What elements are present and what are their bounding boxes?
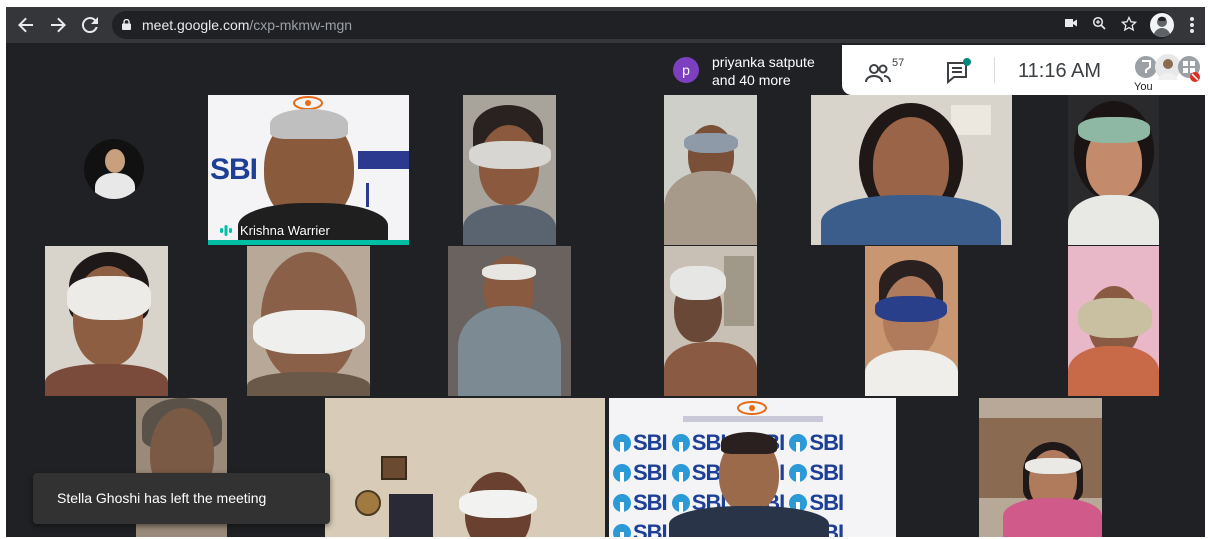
participant-body [45,364,168,396]
profile-avatar[interactable] [1150,13,1174,37]
participant-tile[interactable] [42,95,205,245]
toast-message: Stella Ghoshi has left the meeting [57,490,267,506]
meeting-top-bar: 57 11:16 AM You [842,45,1205,95]
speaker-name: Krishna Warrier [240,222,330,238]
blindfold [469,141,551,169]
participant-tile[interactable] [1068,95,1159,245]
meeting-stage: SBI Krishna Warrier SBI SBI SBI SBI SBI … [6,43,1205,537]
background-window [951,105,991,135]
url-host: meet.google.com [142,17,250,33]
camera-icon[interactable] [1062,16,1080,34]
reload-icon [81,17,98,34]
presenter-avatar: p [673,57,699,83]
speaker-hair [270,109,348,139]
participant-tile[interactable] [664,246,757,396]
participant-body [458,306,561,396]
forward-button[interactable] [46,13,70,37]
presenter-name: priyanka satpute [712,54,815,70]
back-button[interactable] [14,13,38,37]
blindfold [1078,117,1150,143]
chat-button[interactable] [944,57,974,85]
participant-body [865,350,958,396]
browser-toolbar: meet.google.com/cxp-mkmw-mgn [6,7,1205,43]
speaker-name-tag: Krishna Warrier [218,221,330,239]
reload-button[interactable] [78,13,102,37]
participant-body [821,195,1001,245]
blindfold [253,310,365,354]
participant-hair [721,432,777,454]
presenter-chip[interactable]: p priyanka satpute and 40 more [662,45,842,95]
participant-tile[interactable] [811,95,1012,245]
blindfold [459,490,537,518]
blindfold [67,276,151,320]
people-button[interactable]: 57 [864,57,914,85]
blindfold [1025,458,1081,474]
participant-body [669,506,829,537]
participant-tile[interactable] [865,246,958,396]
blindfold [1078,298,1152,338]
divider [994,57,995,83]
participant-tile[interactable] [1068,246,1159,396]
self-label: You [1134,81,1153,93]
background-door [724,256,754,326]
participant-body [463,205,556,245]
participant-body [664,171,757,245]
sbi-banner-tile[interactable]: SBI SBI SBI SBI SBI SBI SBI SBI SBI SBI … [609,398,896,537]
speaker-tile[interactable]: SBI Krishna Warrier [208,95,409,245]
wall-poster [389,494,433,537]
sbi-logo-left: SBI [210,153,258,186]
participant-tile[interactable] [45,246,168,396]
meeting-clock: 11:16 AM [1018,60,1102,82]
people-icon [865,64,891,83]
blindfold [670,266,726,300]
participant-tile[interactable] [325,398,605,537]
participant-body [1068,195,1159,245]
self-view-controls [1135,54,1200,82]
participant-tile[interactable] [979,398,1102,537]
blindfold [482,264,536,280]
blindfold [875,296,947,322]
eye-logo [727,400,777,416]
bookmark-star-icon[interactable] [1120,15,1138,34]
audio-level-icon [220,225,232,236]
address-bar[interactable]: meet.google.com/cxp-mkmw-mgn [112,11,1174,39]
coe-logo [366,183,406,207]
notification-toast: Stella Ghoshi has left the meeting [33,473,330,524]
participant-body [247,372,370,396]
wall-clock [355,490,381,516]
people-count: 57 [892,57,905,69]
participant-body [1003,498,1102,537]
participant-avatar [84,139,144,199]
self-view[interactable]: You [1134,53,1200,95]
sbi-foundation-banner [358,151,409,169]
browser-window: meet.google.com/cxp-mkmw-mgn SBI Krishna… [6,7,1205,537]
arrow-left-icon [18,17,33,33]
wall-frame [381,456,407,480]
chat-icon [947,58,971,85]
participant-tile[interactable] [448,246,571,396]
active-speaker-bar [208,240,409,245]
participant-body [1068,346,1159,396]
lock-icon [122,19,131,30]
arrow-right-icon [51,17,66,33]
participant-body [664,342,757,396]
participant-tile[interactable] [247,246,370,396]
participant-tile[interactable] [664,95,757,245]
url-path: /cxp-mkmw-mgn [249,17,353,33]
presenter-more-count: and 40 more [712,72,791,88]
banner-caption [683,416,823,422]
kebab-menu-icon[interactable] [1182,13,1202,37]
blindfold [684,133,738,153]
participant-tile[interactable] [463,95,556,245]
url-text: meet.google.com/cxp-mkmw-mgn [142,17,352,33]
zoom-icon[interactable] [1090,16,1108,34]
